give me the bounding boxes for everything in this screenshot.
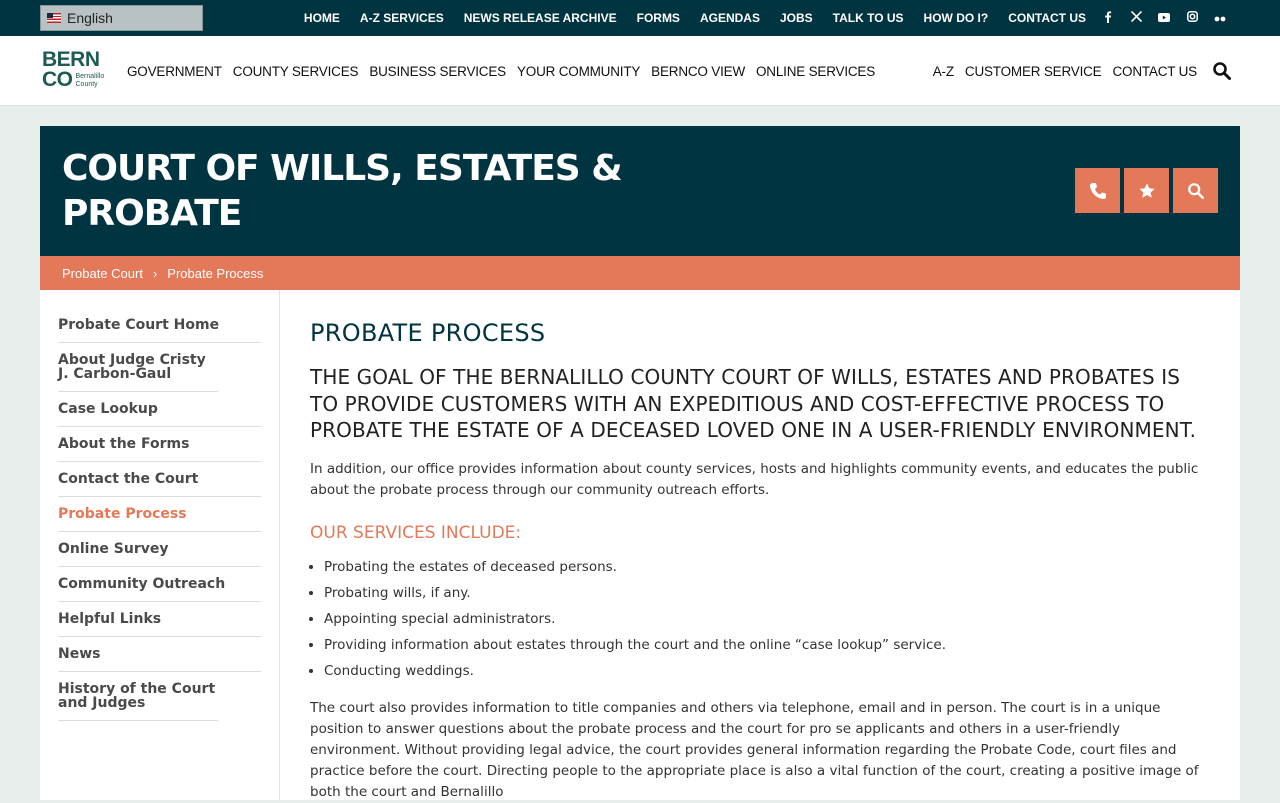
- page-title: COURT OF WILLS, ESTATES & PROBATE: [62, 148, 623, 234]
- us-flag-icon: [47, 13, 61, 23]
- breadcrumb-probate-court[interactable]: Probate Court: [62, 266, 143, 281]
- chevron-right-icon: ›: [152, 265, 158, 281]
- nav-bernco-view[interactable]: BERNCO VIEW: [651, 64, 745, 79]
- top-link-how-do-i[interactable]: HOW DO I?: [924, 11, 989, 25]
- top-utility-bar: English HOME A-Z SERVICES NEWS RELEASE A…: [0, 0, 1280, 36]
- content-area: Probate Court Home About Judge Cristy J.…: [40, 290, 1240, 800]
- logo-line-1: BERN: [42, 48, 100, 71]
- top-link-agendas[interactable]: AGENDAS: [700, 11, 760, 25]
- top-link-jobs[interactable]: JOBS: [780, 11, 813, 25]
- language-selector[interactable]: English: [40, 5, 203, 31]
- nav-business-services[interactable]: BUSINESS SERVICES: [369, 64, 506, 79]
- facebook-icon[interactable]: [1094, 10, 1122, 26]
- nav-customer-service[interactable]: CUSTOMER SERVICE: [965, 64, 1102, 79]
- instagram-icon[interactable]: [1178, 11, 1206, 25]
- phone-button[interactable]: [1075, 168, 1120, 213]
- top-link-home[interactable]: HOME: [304, 11, 340, 25]
- body-paragraph: The court also provides information to t…: [310, 699, 1199, 800]
- logo-sub-2: County: [75, 81, 98, 88]
- breadcrumb-probate-process[interactable]: Probate Process: [167, 266, 263, 281]
- sidebar-item-news[interactable]: News: [58, 637, 261, 672]
- nav-contact-us[interactable]: CONTACT US: [1112, 64, 1197, 79]
- sidebar-item-probate-process[interactable]: Probate Process: [58, 497, 261, 532]
- nav-government[interactable]: GOVERNMENT: [127, 64, 222, 79]
- top-links: HOME A-Z SERVICES NEWS RELEASE ARCHIVE F…: [284, 0, 1086, 36]
- list-item: Providing information about estates thro…: [324, 632, 1210, 658]
- secondary-nav: A-Z CUSTOMER SERVICE CONTACT US: [922, 36, 1197, 106]
- sidebar-item-community-outreach[interactable]: Community Outreach: [58, 567, 261, 602]
- goal-statement: THE GOAL OF THE BERNALILLO COUNTY COURT …: [310, 365, 1197, 442]
- sidebar-item-history[interactable]: History of the Court and Judges: [58, 672, 218, 721]
- sidebar-item-case-lookup[interactable]: Case Lookup: [58, 392, 261, 427]
- list-item: Probating the estates of deceased person…: [324, 554, 1210, 580]
- primary-nav: GOVERNMENT COUNTY SERVICES BUSINESS SERV…: [127, 36, 886, 106]
- services-heading: OUR SERVICES INCLUDE:: [310, 522, 522, 543]
- nav-online-services[interactable]: ONLINE SERVICES: [756, 64, 875, 79]
- social-links: [1094, 0, 1234, 36]
- bernco-logo[interactable]: BERN CO Bernalillo County: [42, 48, 116, 92]
- nav-your-community[interactable]: YOUR COMMUNITY: [517, 64, 640, 79]
- sidebar-item-probate-court-home[interactable]: Probate Court Home: [58, 308, 261, 343]
- banner-search-button[interactable]: [1173, 168, 1218, 213]
- favorite-button[interactable]: [1124, 168, 1169, 213]
- section-heading: PROBATE PROCESS: [310, 319, 546, 347]
- logo-line-2: CO: [42, 68, 73, 91]
- phone-icon: [1089, 182, 1106, 199]
- list-item: Appointing special administrators.: [324, 606, 1210, 632]
- top-link-contact-us[interactable]: CONTACT US: [1008, 11, 1086, 25]
- top-link-forms[interactable]: FORMS: [637, 11, 680, 25]
- services-list: Probating the estates of deceased person…: [310, 554, 1210, 684]
- youtube-icon[interactable]: [1150, 11, 1178, 25]
- nav-a-z[interactable]: A-Z: [933, 64, 954, 79]
- sidebar-item-contact-court[interactable]: Contact the Court: [58, 462, 261, 497]
- breadcrumb: Probate Court › Probate Process: [40, 256, 1240, 290]
- sidebar-item-about-judge[interactable]: About Judge Cristy J. Carbon-Gaul: [58, 343, 218, 392]
- nav-county-services[interactable]: COUNTY SERVICES: [233, 64, 359, 79]
- sidebar-nav: Probate Court Home About Judge Cristy J.…: [58, 308, 261, 721]
- search-icon: [1187, 182, 1204, 199]
- intro-paragraph: In addition, our office provides informa…: [310, 460, 1199, 498]
- x-icon[interactable]: [1122, 10, 1150, 25]
- star-icon: [1138, 182, 1155, 198]
- search-icon[interactable]: [1212, 61, 1232, 81]
- flickr-icon[interactable]: [1206, 11, 1234, 25]
- logo-sub-1: Bernalillo: [75, 73, 105, 80]
- logo-county-text: Bernalillo County: [76, 73, 105, 89]
- sidebar-item-about-forms[interactable]: About the Forms: [58, 427, 261, 462]
- main-content: PROBATE PROCESS THE GOAL OF THE BERNALIL…: [310, 318, 1210, 803]
- top-link-talk-to-us[interactable]: TALK TO US: [833, 11, 904, 25]
- list-item: Conducting weddings.: [324, 658, 1210, 684]
- language-label: English: [67, 10, 113, 26]
- sidebar-item-online-survey[interactable]: Online Survey: [58, 532, 261, 567]
- page-banner: COURT OF WILLS, ESTATES & PROBATE: [40, 126, 1240, 256]
- top-link-news-release-archive[interactable]: NEWS RELEASE ARCHIVE: [464, 11, 617, 25]
- main-navigation: BERN CO Bernalillo County GOVERNMENT COUNT…: [0, 36, 1280, 106]
- content-divider: [279, 290, 280, 800]
- top-link-az-services[interactable]: A-Z SERVICES: [360, 11, 444, 25]
- list-item: Probating wills, if any.: [324, 580, 1210, 606]
- sidebar-item-helpful-links[interactable]: Helpful Links: [58, 602, 261, 637]
